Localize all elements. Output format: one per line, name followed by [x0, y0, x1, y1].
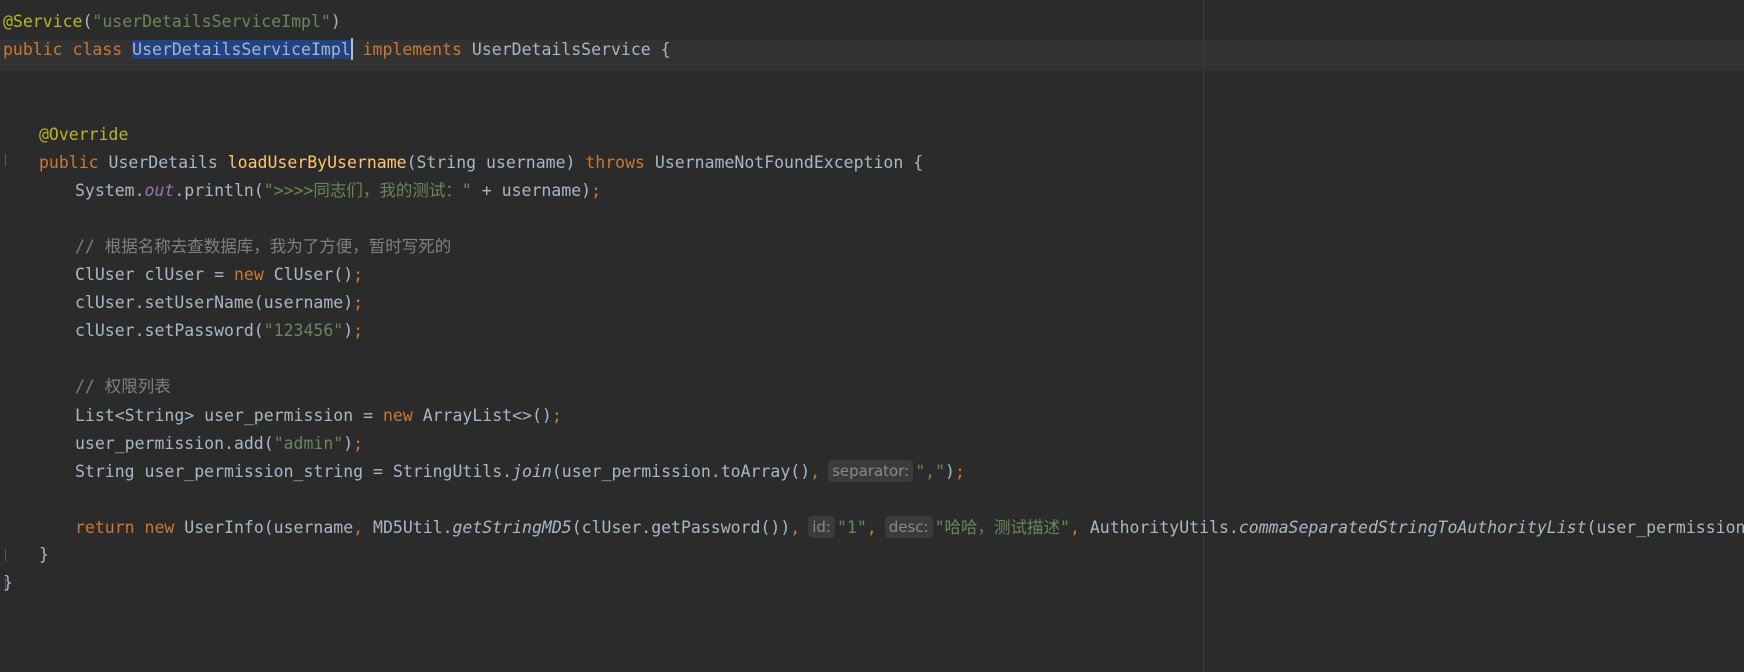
string-literal: "admin"	[273, 434, 344, 453]
code-token: System.	[75, 181, 145, 200]
code-line-5[interactable]: @Override	[39, 120, 128, 150]
keyword: return new	[75, 518, 175, 537]
code-token: clUser.setUserName(username)	[75, 293, 354, 312]
semicolon: ;	[353, 293, 364, 312]
code-line-7[interactable]: System.out.println(">>>>同志们，我的测试：" + use…	[75, 176, 601, 206]
string-literal: "userDetailsServiceImpl"	[92, 12, 331, 31]
comma: ,	[866, 518, 877, 537]
code-line-6[interactable]: public UserDetails loadUserByUsername(St…	[39, 148, 923, 178]
keyword: public	[39, 153, 99, 172]
code-line-15[interactable]: List<String> user_permission = new Array…	[75, 401, 562, 431]
string-literal: "哈哈，测试描述"	[934, 518, 1070, 537]
keyword: new	[233, 265, 264, 284]
fold-marker[interactable]	[5, 154, 6, 166]
method-name: loadUserByUsername	[227, 153, 407, 172]
code-token: (user_permission_string)	[1586, 518, 1744, 537]
string-literal: ","	[915, 462, 946, 481]
code-token: )	[330, 12, 341, 31]
code-token: UsernameNotFoundException {	[644, 153, 924, 172]
code-token: UserDetailsService {	[461, 40, 671, 59]
semicolon: ;	[353, 434, 364, 453]
semicolon: ;	[353, 321, 364, 340]
comma: ,	[810, 462, 821, 481]
fold-marker[interactable]	[5, 549, 6, 561]
code-token: (	[82, 12, 93, 31]
code-token: UserInfo(username	[174, 518, 354, 537]
code-token: (user_permission.toArray()	[551, 462, 811, 481]
annotation: @Override	[39, 125, 129, 144]
code-token: MD5Util.	[363, 518, 453, 537]
semicolon: ;	[353, 265, 364, 284]
code-line-20[interactable]: }	[39, 540, 49, 570]
closing-brace: }	[39, 545, 49, 564]
parameter-hint: desc:	[884, 516, 933, 538]
comma: ,	[1069, 518, 1080, 537]
code-line-19[interactable]: return new UserInfo(username, MD5Util.ge…	[75, 513, 1744, 543]
code-line-17[interactable]: String user_permission_string = StringUt…	[75, 457, 965, 487]
code-token: String user_permission_string = StringUt…	[75, 462, 513, 481]
comment: // 根据名称去查数据库，我为了方便，暂时写死的	[75, 237, 452, 256]
code-token: List<String> user_permission =	[75, 406, 383, 425]
static-field: out	[144, 181, 175, 200]
closing-brace: }	[3, 573, 13, 592]
code-token: ClUser()	[263, 265, 354, 284]
string-literal: "123456"	[263, 321, 344, 340]
code-line-21[interactable]: }	[3, 568, 13, 598]
code-token: UserDetails	[98, 153, 228, 172]
right-margin-guide	[1203, 0, 1204, 672]
static-method: getStringMD5	[452, 518, 572, 537]
code-line-14[interactable]: // 权限列表	[75, 372, 171, 402]
code-token: + username)	[471, 181, 592, 200]
parameter-hint: id:	[808, 516, 835, 538]
keyword: public class	[3, 40, 133, 59]
code-token: )	[343, 321, 354, 340]
comment: // 权限列表	[75, 377, 171, 396]
code-line-12[interactable]: clUser.setPassword("123456");	[75, 316, 363, 346]
code-line-2[interactable]: public class UserDetailsServiceImpl impl…	[3, 35, 671, 65]
code-line-9[interactable]: // 根据名称去查数据库，我为了方便，暂时写死的	[75, 232, 451, 262]
code-token: (String username)	[406, 153, 586, 172]
code-token: )	[343, 434, 354, 453]
code-editor[interactable]: @Service("userDetailsServiceImpl") publi…	[0, 0, 1744, 672]
string-literal: "1"	[836, 518, 867, 537]
annotation: @Service	[3, 12, 83, 31]
string-literal: ">>>>同志们，我的测试："	[263, 181, 472, 200]
keyword: throws	[585, 153, 645, 172]
static-method: commaSeparatedStringToAuthorityList	[1238, 518, 1587, 537]
code-line-16[interactable]: user_permission.add("admin");	[75, 429, 363, 459]
semicolon: ;	[591, 181, 602, 200]
keyword: new	[382, 406, 413, 425]
code-token: )	[945, 462, 955, 481]
comma: ,	[353, 518, 364, 537]
code-token: ClUser clUser =	[75, 265, 234, 284]
selected-class-name[interactable]: UserDetailsServiceImpl	[132, 40, 351, 59]
static-method: join	[512, 462, 552, 481]
keyword: implements	[362, 40, 462, 59]
parameter-hint: separator:	[828, 460, 914, 482]
code-token: AuthorityUtils.	[1079, 518, 1239, 537]
code-line-11[interactable]: clUser.setUserName(username);	[75, 288, 363, 318]
semicolon: ;	[954, 462, 965, 481]
comma: ,	[790, 518, 801, 537]
code-token: clUser.setPassword(	[75, 321, 264, 340]
code-token: .println(	[174, 181, 264, 200]
code-token: user_permission.add(	[75, 434, 274, 453]
code-token: ArrayList<>()	[412, 406, 552, 425]
code-line-10[interactable]: ClUser clUser = new ClUser();	[75, 260, 363, 290]
semicolon: ;	[551, 406, 562, 425]
code-line-1[interactable]: @Service("userDetailsServiceImpl")	[3, 7, 341, 37]
code-token: (clUser.getPassword())	[571, 518, 791, 537]
